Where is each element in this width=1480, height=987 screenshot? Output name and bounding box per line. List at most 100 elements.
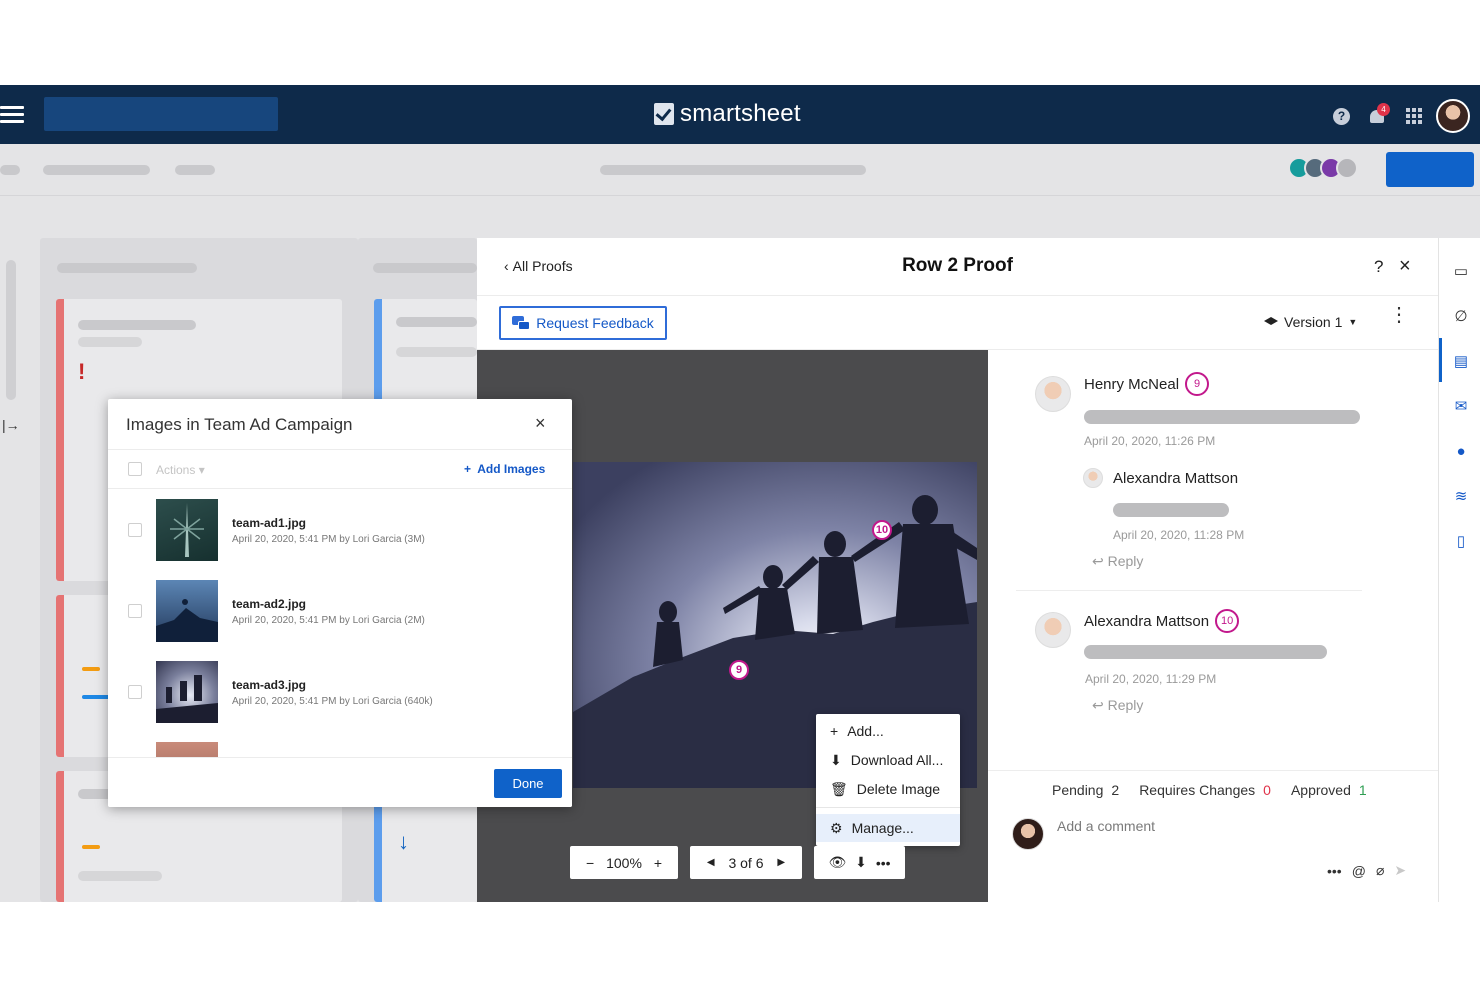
add-images-button[interactable]: + Add Images [464, 462, 545, 476]
image-list-item[interactable]: team-ad2.jpg April 20, 2020, 5:41 PM by … [108, 570, 572, 651]
bell-icon[interactable]: 4 [1368, 103, 1390, 127]
comment-marker-badge[interactable]: 10 [1215, 609, 1240, 633]
conversations-icon[interactable]: ▭ [1453, 264, 1469, 280]
share-button[interactable] [1386, 152, 1474, 187]
zoom-out-button[interactable]: − [586, 855, 594, 871]
layers-icon [1264, 317, 1278, 325]
toolbar-placeholder [43, 165, 150, 175]
paperclip-icon[interactable]: ⌀ [1376, 862, 1384, 879]
eye-icon[interactable]: 👁 [828, 854, 846, 871]
sheet-name-placeholder [600, 165, 866, 175]
annotation-marker[interactable]: 10 [872, 520, 892, 540]
close-icon[interactable]: × [535, 413, 546, 434]
expand-panel-icon[interactable]: |→ [2, 417, 20, 433]
row-checkbox[interactable] [128, 604, 142, 618]
reply-icon: ↩ [1092, 697, 1104, 713]
avatar [1012, 818, 1044, 850]
row-checkbox[interactable] [128, 523, 142, 537]
activity-log-icon[interactable]: ≋ [1453, 489, 1469, 505]
send-icon[interactable]: ➤ [1394, 862, 1406, 879]
more-icon[interactable]: ••• [876, 855, 891, 871]
proofs-icon[interactable]: ▤ [1453, 354, 1469, 370]
status-pending[interactable]: Pending 2 [1052, 782, 1119, 798]
hamburger-icon[interactable] [0, 106, 24, 124]
version-dropdown[interactable]: Version 1 ▼ [1264, 314, 1357, 330]
sheet-toolbar [0, 144, 1480, 196]
image-thumbnail [156, 661, 218, 723]
zoom-level: 100% [606, 854, 642, 871]
toolbar-placeholder [175, 165, 215, 175]
notification-badge: 4 [1377, 103, 1390, 116]
brand-logo[interactable]: smartsheet [654, 99, 801, 129]
column-title-placeholder [373, 263, 477, 273]
global-search-input[interactable] [44, 97, 278, 131]
download-icon[interactable]: ⬇ [855, 854, 867, 871]
help-icon[interactable]: ? [1333, 107, 1350, 125]
active-indicator [1439, 338, 1442, 382]
plus-icon: + [830, 723, 839, 739]
image-thumbnail [156, 580, 218, 642]
comment-timestamp: April 20, 2020, 11:29 PM [1085, 672, 1217, 686]
user-avatar[interactable] [1436, 99, 1470, 133]
image-filename: team-ad1.jpg [232, 516, 307, 530]
annotation-marker[interactable]: 9 [729, 660, 749, 680]
next-image-button[interactable]: ▶ [777, 857, 785, 868]
help-icon[interactable]: ? [1374, 257, 1383, 277]
column-title-placeholder [57, 263, 197, 273]
image-filename: team-ad3.jpg [232, 678, 307, 692]
reply-button[interactable]: ↩ Reply [1092, 697, 1143, 714]
version-label: Version 1 [1284, 314, 1343, 330]
publish-icon[interactable]: ● [1453, 444, 1469, 460]
collaborator-avatars[interactable] [1288, 157, 1358, 179]
avatar [1035, 612, 1071, 648]
avatar [1035, 376, 1071, 412]
more-options-icon[interactable]: ⋮ [1389, 305, 1409, 325]
apps-grid-icon[interactable] [1406, 108, 1422, 124]
reply-button[interactable]: ↩ Reply [1092, 553, 1143, 570]
menu-item-add[interactable]: + Add... [816, 717, 960, 745]
summary-icon[interactable]: ▯ [1453, 534, 1469, 550]
image-list-item[interactable]: team-ad3.jpg April 20, 2020, 5:41 PM by … [108, 651, 572, 732]
zoom-control: − 100% + [570, 846, 678, 879]
comment-marker-badge[interactable]: 9 [1185, 372, 1210, 396]
row-checkbox[interactable] [128, 685, 142, 699]
dialog-title: Images in Team Ad Campaign [126, 415, 353, 434]
menu-item-manage[interactable]: ⚙ Manage... [816, 814, 960, 842]
zoom-in-button[interactable]: + [654, 855, 662, 871]
request-feedback-label: Request Feedback [536, 315, 654, 331]
select-all-checkbox[interactable] [128, 462, 142, 476]
comment-author: Alexandra Mattson [1113, 470, 1239, 487]
status-divider [988, 770, 1438, 771]
image-thumbnail [156, 499, 218, 561]
comment-input[interactable]: Add a comment [1057, 818, 1155, 834]
at-icon[interactable]: @ [1352, 863, 1366, 879]
arrow-down-icon: ↓ [398, 829, 409, 854]
menu-item-download-all[interactable]: ⬇ Download All... [816, 746, 960, 774]
prev-image-button[interactable]: ◀ [707, 857, 715, 868]
comment-author: Henry McNeal 9 [1084, 372, 1210, 396]
comment-tools: ••• @ ⌀ ➤ [1327, 862, 1406, 879]
status-requires-changes[interactable]: Requires Changes 0 [1139, 782, 1271, 798]
caret-down-icon: ▼ [1348, 317, 1358, 327]
attachments-icon[interactable]: ∅ [1453, 309, 1469, 325]
actions-dropdown[interactable]: Actions ▾ [156, 463, 205, 477]
top-navigation-bar: smartsheet ? 4 [0, 85, 1480, 144]
images-dialog: Images in Team Ad Campaign × Actions ▾ +… [108, 399, 572, 807]
left-rail [6, 260, 16, 400]
update-requests-icon[interactable]: ✉ [1453, 399, 1469, 415]
close-icon[interactable]: × [1399, 255, 1411, 278]
download-icon: ⬇ [830, 751, 842, 768]
more-icon[interactable]: ••• [1327, 863, 1342, 879]
request-feedback-button[interactable]: Request Feedback [499, 306, 667, 340]
image-list-item[interactable]: team-ad1.jpg April 20, 2020, 5:41 PM by … [108, 489, 572, 570]
plus-icon: + [464, 462, 472, 476]
menu-item-delete-image[interactable]: 🗑 Delete Image [816, 775, 960, 803]
dialog-footer: Done [108, 757, 572, 807]
done-button[interactable]: Done [494, 769, 562, 798]
status-approved[interactable]: Approved 1 [1291, 782, 1367, 798]
smartsheet-logo-icon [654, 103, 674, 125]
comment-divider [1016, 590, 1362, 591]
chat-icon [512, 316, 531, 330]
image-metadata: April 20, 2020, 5:41 PM by Lori Garcia (… [232, 534, 425, 545]
image-metadata: April 20, 2020, 5:41 PM by Lori Garcia (… [232, 615, 425, 626]
